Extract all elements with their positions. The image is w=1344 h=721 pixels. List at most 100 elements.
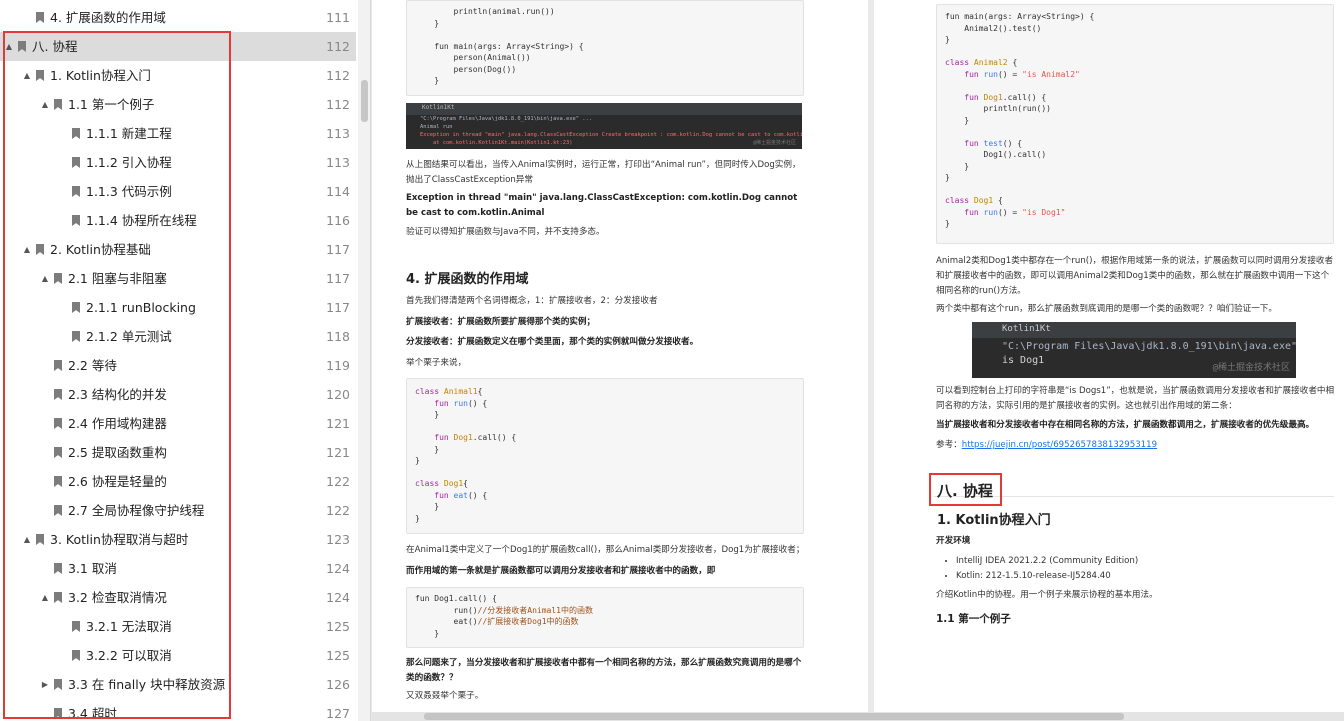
outline-item[interactable]: ▲ 3. Kotlin协程取消与超时 123 <box>0 525 356 554</box>
outline-item[interactable]: 1.1.4 协程所在线程 116 <box>0 206 356 235</box>
bookmark-icon <box>54 389 62 400</box>
collapse-arrow-icon[interactable]: ▲ <box>22 235 32 264</box>
code-token: () { <box>467 398 488 408</box>
paragraph: 可以看到控制台上打印的字符串是“is Dogs1”，也就是说，当扩展函数调用分发… <box>936 386 1335 411</box>
paragraph: 从上图结果可以看出，当传入Animal实例时，运行正常，打印出“Animal r… <box>406 160 801 185</box>
code-token: fun main(args: Array<String>) { <box>415 41 584 51</box>
outline-item[interactable]: 4. 扩展函数的作用域 111 <box>0 3 356 32</box>
outline-item-page: 125 <box>326 619 350 634</box>
outline-item[interactable]: 2.1.1 runBlocking 117 <box>0 293 356 322</box>
code-content: fun main(args: Array<String>) { Animal2(… <box>945 11 1094 230</box>
code-token: eat <box>453 490 468 500</box>
collapse-arrow-icon[interactable]: ▲ <box>40 583 50 612</box>
horizontal-scrollbar-thumb[interactable] <box>424 713 1124 720</box>
paragraph: 又双叒叕举个栗子。 <box>406 691 484 701</box>
outline-item[interactable]: 3.1 取消 124 <box>0 554 356 583</box>
bookmark-icon <box>72 186 80 197</box>
code-token: run <box>983 69 998 79</box>
code-token: } <box>945 219 950 228</box>
collapse-arrow-icon[interactable]: ▲ <box>22 525 32 554</box>
code-token: } <box>945 35 950 44</box>
code-token: "is Animal2" <box>1022 69 1080 79</box>
outline-item[interactable]: 2.5 提取函数重构 121 <box>0 438 356 467</box>
code-token: Animal1 <box>443 387 478 396</box>
bookmark-icon <box>54 418 62 429</box>
paragraph-bold: 那么问题来了，当分发接收者和扩展接收者中都有一个相同名称的方法，那么扩展函数究竟… <box>406 658 802 683</box>
outline-item[interactable]: 2.2 等待 119 <box>0 351 356 380</box>
code-block: fun main(args: Array<String>) { Animal2(… <box>936 4 1334 244</box>
paragraph: 首先我们得清楚两个名词得概念，1：扩展接收者，2：分发接收者 <box>406 296 658 306</box>
bookmark-icon <box>54 99 62 110</box>
outline-item[interactable]: 1.1.1 新建工程 113 <box>0 119 356 148</box>
code-token: class <box>945 58 974 67</box>
console-line: Animal run <box>420 124 453 130</box>
code-token: () = <box>997 207 1023 217</box>
code-token: () { <box>467 490 488 500</box>
reference-link[interactable]: https://juejin.cn/post/69526578381329531… <box>962 440 1157 450</box>
outline-item[interactable]: ▶ 3.3 在 finally 块中释放资源 126 <box>0 670 356 699</box>
outline-item[interactable]: 1.1.3 代码示例 114 <box>0 177 356 206</box>
outline-scrollbar-thumb[interactable] <box>361 80 368 122</box>
code-token: fun <box>945 92 984 102</box>
code-token: fun <box>415 490 454 500</box>
paragraph: 两个类中都有这个run，那么扩展函数到底调用的是哪一个类的函数呢？？咱们验证一下… <box>936 304 1277 314</box>
heading-divider <box>934 496 1334 497</box>
outline-item-page: 120 <box>326 387 350 402</box>
outline-item[interactable]: ▲ 2. Kotlin协程基础 117 <box>0 235 356 264</box>
reference-label: 参考： <box>936 440 962 450</box>
outline-item[interactable]: ▲ 1. Kotlin协程入门 112 <box>0 61 356 90</box>
code-content: println(animal.run()) } fun main(args: A… <box>415 6 584 87</box>
outline-item[interactable]: 2.6 协程是轻量的 122 <box>0 467 356 496</box>
outline-item[interactable]: 1.1.2 引入协程 113 <box>0 148 356 177</box>
outline-item[interactable]: ▲ 2.1 阻塞与非阻塞 117 <box>0 264 356 293</box>
outline-item-label: 3.2 检查取消情况 <box>68 590 167 605</box>
outline-item-page: 117 <box>326 242 350 257</box>
outline-item[interactable]: ▲ 3.2 检查取消情况 124 <box>0 583 356 612</box>
outline-panel: 4. 扩展函数的作用域 111 ▲ 八. 协程 112 ▲ 1. Kotlin协程入门 112… <box>0 0 371 721</box>
expand-arrow-icon[interactable]: ▶ <box>40 670 50 699</box>
outline-item-label: 1.1 第一个例子 <box>68 97 155 112</box>
paragraph-bold: 扩展接收者：扩展函数所要扩展得那个类的实例； <box>406 317 596 327</box>
code-token: { <box>1007 58 1018 67</box>
outline-item[interactable]: 3.4 超时 127 <box>0 699 356 721</box>
subsection-heading: 1.1 第一个例子 <box>936 613 1011 625</box>
outline-item[interactable]: 3.2.1 无法取消 125 <box>0 612 356 641</box>
code-block: println(animal.run()) } fun main(args: A… <box>406 0 804 96</box>
code-token: } <box>415 410 440 419</box>
outline-item-page: 122 <box>326 474 350 489</box>
outline-item[interactable]: ▲ 1.1 第一个例子 112 <box>0 90 356 119</box>
outline-item[interactable]: ▲ 八. 协程 112 <box>0 32 356 61</box>
code-token: class <box>415 387 444 396</box>
bookmark-icon <box>36 534 44 545</box>
console-tab-bar: Kotlin1Kt <box>406 103 802 115</box>
outline-item[interactable]: 2.4 作用域构建器 121 <box>0 409 356 438</box>
outline-item[interactable]: 2.7 全局协程像守护线程 122 <box>0 496 356 525</box>
collapse-arrow-icon[interactable]: ▲ <box>22 61 32 90</box>
outline-item-label: 八. 协程 <box>32 39 78 54</box>
outline-item[interactable]: 3.2.2 可以取消 125 <box>0 641 356 670</box>
chapter-heading: 八. 协程 <box>937 482 993 500</box>
outline-item-label: 3.3 在 finally 块中释放资源 <box>68 677 226 692</box>
code-block: fun Dog1.call() { run()//分发接收者Animal1中的函… <box>406 587 804 648</box>
bookmark-icon <box>54 273 62 284</box>
code-token: () { <box>1002 138 1023 148</box>
collapse-arrow-icon[interactable]: ▲ <box>40 264 50 293</box>
outline-item-label: 2.1 阻塞与非阻塞 <box>68 271 167 286</box>
outline-item[interactable]: 2.1.2 单元测试 118 <box>0 322 356 351</box>
collapse-arrow-icon[interactable]: ▲ <box>4 32 14 61</box>
outline-item-label: 4. 扩展函数的作用域 <box>50 10 166 25</box>
code-token: fun <box>415 433 454 442</box>
collapse-arrow-icon[interactable]: ▲ <box>40 90 50 119</box>
document-page-right: fun main(args: Array<String>) { Animal2(… <box>874 0 1344 712</box>
code-token: } <box>945 161 970 171</box>
code-token: Dog1().call() <box>945 150 1047 159</box>
code-token: class <box>945 196 974 205</box>
outline-item-page: 111 <box>326 10 350 25</box>
code-token: } <box>415 444 440 454</box>
bookmark-icon <box>18 41 26 52</box>
outline-item-label: 1.1.4 协程所在线程 <box>86 213 197 228</box>
outline-item[interactable]: 2.3 结构化的并发 120 <box>0 380 356 409</box>
code-block: class Animal1{ fun run() { } fun Dog1.ca… <box>406 378 804 534</box>
console-line: is Dog1 <box>1002 355 1045 366</box>
outline-item-page: 126 <box>326 677 350 692</box>
